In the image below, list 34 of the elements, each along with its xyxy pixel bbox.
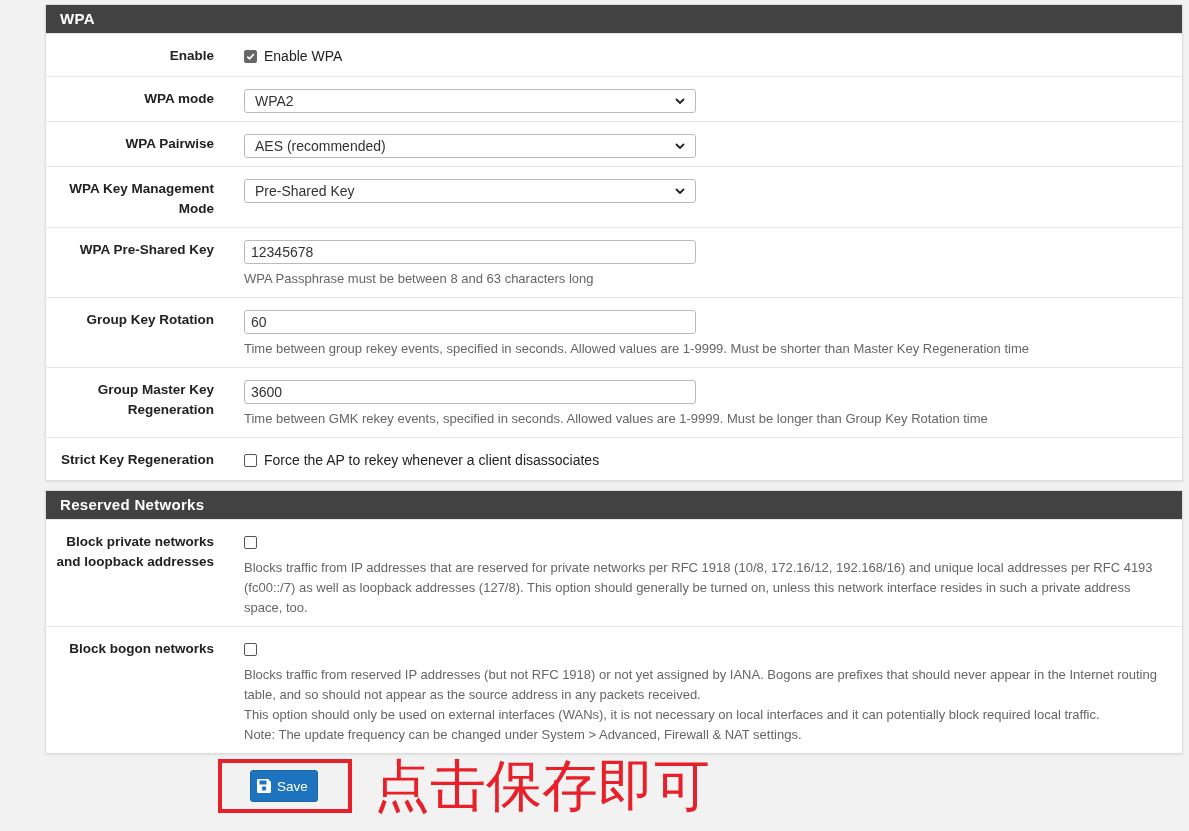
field-label: Block bogon networks [68,640,215,658]
checkbox[interactable] [244,49,257,63]
select-dropdown[interactable]: Pre-Shared Key [244,179,696,203]
checkbox[interactable] [244,535,257,549]
help-text: Blocks traffic from IP addresses that are reserved for private networks per RFC 1918 (10/8, 172.16/12, 192.168/16) and unique local addresses per RFC 4193 (fc00::/7) as well as loopback addresses (127/8). This option should generally be turned on, unless this network interface resides in such a private address space, too. [244,559,1154,617]
input-field[interactable]: 3600 [244,380,696,404]
field-label: Block private networks and loopback addresses [55,533,215,571]
panel-heading: Reserved Networks [46,491,1182,519]
field-label: WPA mode [143,90,215,108]
checkbox-label: Force the AP to rekey whenever a client disassociates [264,452,600,468]
annotation-text: 点击保存即可 [373,757,710,815]
help-text: Time between group rekey events, specified in seconds. Allowed values are 1-9999. Must be shorter than Master Key Regeneration time [244,340,1030,358]
checkbox[interactable] [244,453,257,467]
select-dropdown[interactable]: WPA2 [244,89,696,113]
checkbox-label: Enable WPA [264,48,343,64]
select-dropdown[interactable]: AES (recommended) [244,134,696,158]
checkbox[interactable] [244,642,257,656]
save-button[interactable]: Save [250,770,318,802]
help-text: Blocks traffic from reserved IP addresses (but not RFC 1918) or not yet assigned by IANA. Bogons are prefixes that should never appear in the Internet routing table, and so should not appear as the source address in any packets received. This option should only be used on external interfaces (WANs), it is not necessary on local interfaces and it can potentially block required local traffic. Note: The update frequency can be changed under System > Advanced, Firewall & NAT settings. [244,666,1158,744]
field-label: Enable [168,47,215,65]
field-label: Group Key Rotation [85,311,215,329]
caret-icon [675,98,685,104]
field-label: Strict Key Regeneration [59,451,215,469]
help-text: WPA Passphrase must be between 8 and 63 characters long [244,270,595,288]
field-label: WPA Pairwise [124,135,215,153]
caret-icon [675,143,685,149]
help-text: Time between GMK rekey events, specified in seconds. Allowed values are 1-9999. Must be longer than Group Key Rotation time [244,410,989,428]
field-label: WPA Pre-Shared Key [78,241,215,259]
panel-heading: WPA [46,5,1182,33]
input-field[interactable]: 60 [244,310,696,334]
caret-icon [675,188,685,194]
field-label: WPA Key Management Mode [68,180,215,218]
input-field[interactable]: 12345678 [244,240,696,264]
field-label: Group Master Key Regeneration [96,381,215,419]
